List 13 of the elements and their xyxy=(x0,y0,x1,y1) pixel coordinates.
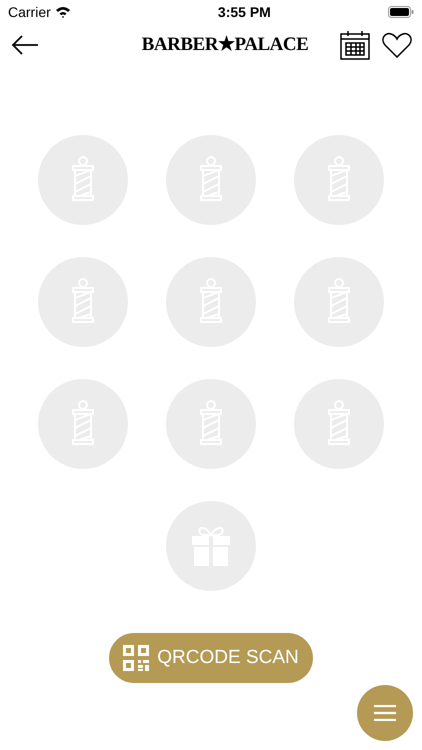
battery-icon xyxy=(388,6,414,18)
calendar-button[interactable] xyxy=(340,30,370,60)
calendar-icon xyxy=(340,30,370,60)
carrier-label: Carrier xyxy=(8,2,51,22)
back-arrow-icon xyxy=(11,35,39,55)
favorite-button[interactable] xyxy=(382,32,412,58)
qr-code-icon xyxy=(123,645,150,671)
heart-icon xyxy=(382,32,412,58)
menu-icon xyxy=(374,705,396,721)
brand-logo: BARBER★PALACE xyxy=(142,32,308,57)
clock-time: 3:55 PM xyxy=(218,2,271,22)
qrcode-scan-button[interactable]: QRCODE SCAN xyxy=(109,633,313,683)
wifi-icon xyxy=(54,6,71,18)
